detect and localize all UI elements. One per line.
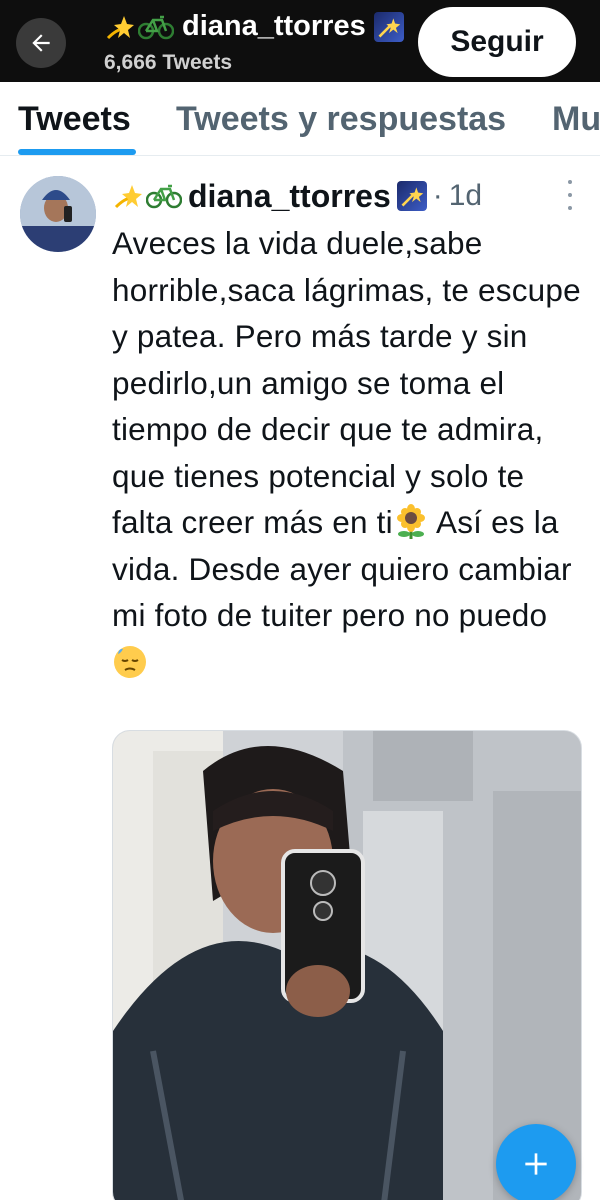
tweet-name-emojis xyxy=(112,181,182,211)
name-emojis xyxy=(104,12,174,42)
sunflower-icon xyxy=(396,504,425,539)
back-button[interactable] xyxy=(16,18,66,68)
dizzy-sparkle-icon xyxy=(114,185,142,209)
bicycle-icon xyxy=(146,184,182,209)
tweet-timestamp[interactable]: 1d xyxy=(449,179,482,213)
tweet-photo[interactable] xyxy=(112,730,582,1200)
plus-icon xyxy=(525,1153,547,1175)
tweet-author-name[interactable]: diana_ttorres xyxy=(188,178,391,215)
bicycle-icon xyxy=(138,15,174,39)
tweet-count: 6,666 Tweets xyxy=(104,51,233,74)
arrow-left-icon xyxy=(32,34,50,52)
tweet-text-part1: Aveces la vida duele,sabe horrible,saca … xyxy=(112,225,581,540)
dizzy-sparkle-icon xyxy=(106,15,134,39)
avatar[interactable] xyxy=(20,176,96,252)
follow-button[interactable]: Seguir xyxy=(418,7,576,77)
downcast-sweat-face-icon xyxy=(114,645,146,678)
header-name-text: diana_ttorres xyxy=(182,10,366,42)
header-display-name: diana_ttorres xyxy=(104,10,404,43)
shooting-star-icon xyxy=(373,11,404,42)
tweet-header: diana_ttorres · 1d xyxy=(112,174,482,218)
tab-tweets-y-respuestas[interactable]: Tweets y respuestas xyxy=(176,100,506,139)
shooting-star-icon xyxy=(396,181,427,211)
compose-tweet-button[interactable] xyxy=(496,1124,576,1200)
tab-tweets[interactable]: Tweets xyxy=(18,100,131,139)
tweet-separator: · xyxy=(432,179,443,212)
tab-multimedia[interactable]: Mu xyxy=(552,100,600,139)
active-tab-indicator xyxy=(18,149,136,155)
tweet-text: Aveces la vida duele,sabe horrible,saca … xyxy=(112,220,582,685)
more-options-icon[interactable] xyxy=(560,180,580,210)
profile-tabs: Tweets Tweets y respuestas Mu xyxy=(0,82,600,156)
profile-header: diana_ttorres 6,666 Tweets Seguir xyxy=(0,0,600,82)
